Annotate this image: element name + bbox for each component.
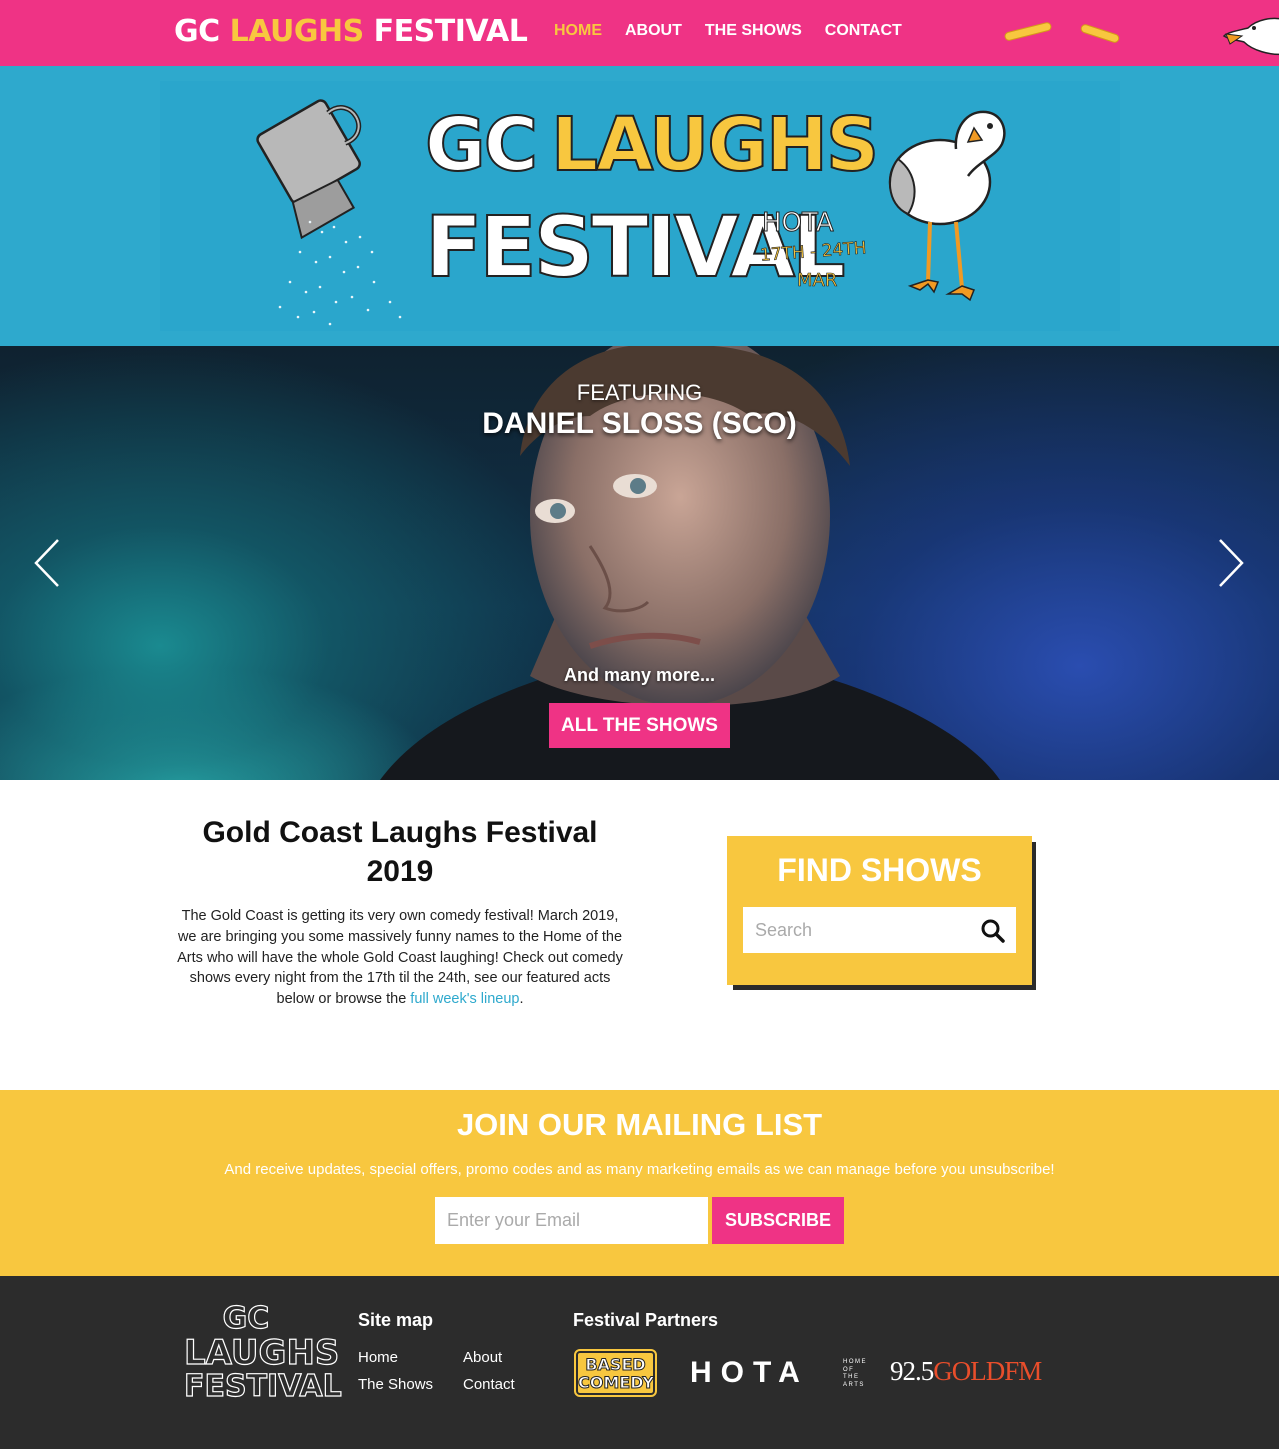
hero-more-text: And many more... bbox=[563, 665, 716, 685]
footer-logo-festival: FESTIVAL bbox=[183, 1369, 342, 1404]
gold-fm-name: GOLDFM bbox=[933, 1356, 1042, 1386]
footer-link-home[interactable]: Home bbox=[358, 1349, 398, 1366]
nav-link-contact[interactable]: CONTACT bbox=[825, 22, 902, 40]
seagull-icon bbox=[888, 110, 1006, 302]
nav-link-home[interactable]: HOME bbox=[554, 22, 602, 40]
footer-logo[interactable]: GC LAUGHS FESTIVAL bbox=[183, 1301, 342, 1404]
banner-month: MAR bbox=[797, 270, 838, 292]
logo-gc: GC bbox=[174, 14, 220, 49]
intro-body: The Gold Coast is getting its very own c… bbox=[177, 908, 623, 1008]
nav-menu: HOME ABOUT THE SHOWS CONTACT bbox=[554, 22, 902, 40]
banner-title-laughs: LAUGHS bbox=[550, 101, 880, 189]
full-lineup-link[interactable]: full week's lineup bbox=[410, 991, 519, 1007]
footer-link-about[interactable]: About bbox=[463, 1349, 502, 1366]
banner-title-gc: GC bbox=[424, 101, 539, 189]
fry-icon bbox=[1003, 21, 1053, 42]
partners-heading: Festival Partners bbox=[573, 1310, 719, 1330]
banner-venue: HOTA bbox=[762, 208, 835, 239]
footer-link-contact[interactable]: Contact bbox=[463, 1376, 515, 1393]
nav-link-the-shows[interactable]: THE SHOWS bbox=[705, 22, 802, 40]
mailing-subtitle: And receive updates, special offers, pro… bbox=[224, 1161, 1055, 1178]
logo-laughs: LAUGHS bbox=[229, 14, 365, 49]
top-nav: GC LAUGHS FESTIVAL HOME ABOUT THE SHOWS … bbox=[0, 0, 1279, 66]
seagull-icon bbox=[1222, 17, 1279, 56]
footer-logo-gc: GC bbox=[222, 1301, 270, 1336]
hero-featuring-label: FEATURING bbox=[576, 380, 703, 405]
based-comedy-logo-line1: BASED bbox=[585, 1355, 646, 1374]
site-logo[interactable]: GC LAUGHS FESTIVAL bbox=[174, 14, 528, 49]
logo-festival: FESTIVAL bbox=[373, 14, 528, 49]
intro-text: The Gold Coast is getting its very own c… bbox=[175, 906, 625, 1010]
search-input[interactable] bbox=[743, 907, 1016, 953]
intro-title: Gold Coast Laughs Festival 2019 bbox=[202, 816, 598, 888]
hota-logo-subtitle: HOME OF THE ARTS bbox=[843, 1359, 867, 1388]
intro-end: . bbox=[519, 991, 524, 1008]
watering-can-icon bbox=[256, 99, 402, 326]
fry-icon bbox=[1079, 23, 1121, 44]
gold-fm-logo[interactable]: 92.5GOLDFM bbox=[890, 1356, 1042, 1387]
chevron-left-icon[interactable] bbox=[32, 538, 62, 588]
based-comedy-logo-line2: COMEDY bbox=[578, 1373, 655, 1392]
all-shows-button[interactable]: ALL THE SHOWS bbox=[549, 703, 730, 748]
sitemap-heading: Site map bbox=[358, 1310, 434, 1330]
subscribe-button[interactable]: SUBSCRIBE bbox=[712, 1197, 844, 1244]
based-comedy-logo[interactable]: BASED COMEDY bbox=[574, 1349, 657, 1397]
nav-link-about[interactable]: ABOUT bbox=[625, 22, 682, 40]
mailing-title: JOIN OUR MAILING LIST bbox=[456, 1107, 823, 1142]
find-shows-title: FIND SHOWS bbox=[777, 852, 982, 888]
search-icon[interactable] bbox=[980, 918, 1006, 944]
chevron-right-icon[interactable] bbox=[1216, 538, 1246, 588]
footer-logo-laughs: LAUGHS bbox=[183, 1333, 340, 1373]
hota-logo[interactable]: HOTA bbox=[690, 1356, 809, 1390]
email-field[interactable] bbox=[435, 1197, 708, 1244]
gold-fm-frequency: 92.5 bbox=[890, 1356, 934, 1386]
footer-link-the-shows[interactable]: The Shows bbox=[358, 1376, 433, 1393]
hero-headliner-name: DANIEL SLOSS (SCO) bbox=[482, 407, 797, 440]
